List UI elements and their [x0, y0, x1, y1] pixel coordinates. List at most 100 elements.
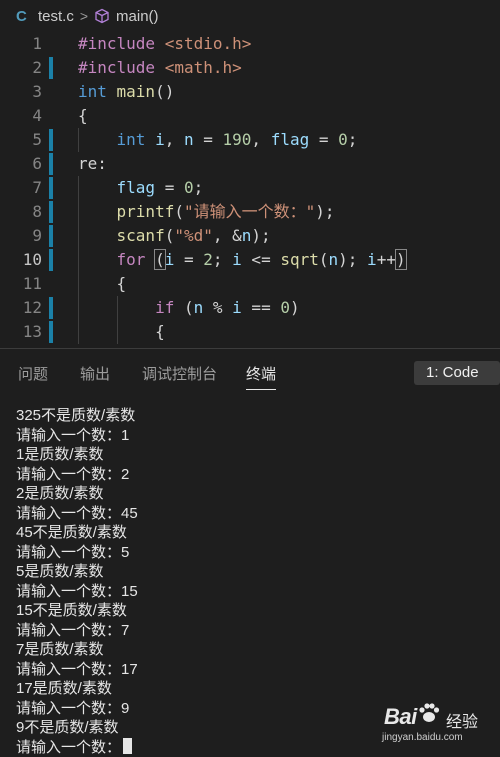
code-token: <stdio.h> — [164, 34, 252, 53]
modified-line-marker[interactable] — [49, 225, 53, 247]
code-line[interactable]: 8 printf("请输入一个数："); — [0, 200, 500, 224]
code-token: n — [241, 226, 252, 245]
code-token: % — [203, 298, 233, 317]
code-token: () — [155, 82, 175, 101]
code-token: 0 — [183, 178, 194, 197]
modified-line-marker[interactable] — [49, 297, 53, 319]
breadcrumb-file[interactable]: test.c — [38, 8, 74, 25]
code-text: flag = 0; — [78, 176, 204, 200]
code-token: int — [116, 130, 156, 149]
modified-line-marker[interactable] — [49, 249, 53, 271]
code-token: 2 — [203, 250, 213, 269]
line-number: 10 — [22, 250, 42, 269]
code-token: sqrt — [280, 250, 319, 269]
line-number: 5 — [32, 130, 42, 149]
code-token: = — [309, 130, 339, 149]
code-token: i — [164, 250, 175, 269]
code-line[interactable]: 9 scanf("%d", &n); — [0, 224, 500, 248]
line-number: 3 — [32, 82, 42, 101]
code-token: #include — [78, 58, 165, 77]
terminal-prompt: 请输入一个数： — [16, 738, 122, 756]
code-line[interactable]: 12 if (n % i == 0) — [0, 296, 500, 320]
code-line[interactable]: 5 int i, n = 190, flag = 0; — [0, 128, 500, 152]
tab-problems[interactable]: 问题 — [18, 363, 48, 389]
modified-line-marker[interactable] — [49, 57, 53, 79]
line-number: 12 — [22, 298, 42, 317]
tab-debug-console[interactable]: 调试控制台 — [142, 363, 217, 389]
code-token: , & — [212, 226, 242, 245]
modified-line-marker[interactable] — [49, 201, 53, 223]
code-token: , — [251, 130, 271, 149]
code-token: ( — [318, 250, 329, 269]
breadcrumb-symbol[interactable]: main() — [116, 8, 159, 25]
indent-guide — [78, 176, 79, 344]
code-token: "请输入一个数：" — [183, 202, 316, 221]
code-token: for — [116, 250, 156, 269]
terminal-line: 2是质数/素数 — [16, 485, 104, 502]
terminal-line: 15不是质数/素数 — [16, 602, 127, 619]
code-token: ( — [154, 249, 166, 270]
code-line[interactable]: 2 #include <math.h> — [0, 56, 500, 80]
code-token: , — [164, 130, 184, 149]
code-token: ); — [315, 202, 335, 221]
modified-line-marker[interactable] — [49, 321, 53, 343]
watermark-url: jingyan.baidu.com — [382, 732, 463, 743]
watermark-logo: Bai — [384, 704, 417, 729]
code-line[interactable]: 6 re: — [0, 152, 500, 176]
code-token: { — [116, 274, 127, 293]
line-number: 6 — [32, 154, 42, 173]
code-line[interactable]: 4{ — [0, 104, 500, 128]
terminal-line: 请输入一个数：15 — [16, 582, 138, 600]
code-text: { — [78, 104, 88, 128]
watermark-suffix: 经验 — [446, 714, 479, 731]
code-line[interactable]: 1 #include <stdio.h> — [0, 32, 500, 56]
line-number: 4 — [32, 106, 42, 125]
code-token: flag — [270, 130, 310, 149]
code-token: ; — [347, 130, 358, 149]
terminal-select[interactable]: 1: Code — [414, 361, 500, 385]
cube-icon — [95, 8, 109, 24]
code-token: ( — [164, 226, 175, 245]
modified-line-marker[interactable] — [49, 177, 53, 199]
terminal-line: 325不是质数/素数 — [16, 407, 136, 424]
code-token: ++ — [376, 250, 396, 269]
code-token: 0 — [338, 130, 348, 149]
code-token: ; — [193, 178, 204, 197]
code-token: = — [193, 130, 223, 149]
line-number: 8 — [32, 202, 42, 221]
code-token: i — [232, 298, 242, 317]
code-line[interactable]: 10 for (i = 2; i <= sqrt(n); i++) — [0, 248, 500, 272]
code-token: == — [241, 298, 281, 317]
line-number: 13 — [22, 322, 42, 341]
code-line[interactable]: 13 { — [0, 320, 500, 344]
tab-output[interactable]: 输出 — [80, 363, 110, 389]
code-token: ; — [212, 250, 233, 269]
indent-guide — [78, 128, 79, 152]
code-text: if (n % i == 0) — [78, 296, 300, 320]
terminal-line: 请输入一个数：7 — [16, 621, 130, 639]
code-editor[interactable]: 1 #include <stdio.h> 2 #include <math.h> 3 in… — [0, 32, 500, 348]
baidu-watermark: Bai 经验 jingyan.baidu.com — [380, 700, 500, 750]
code-token: i — [155, 130, 165, 149]
terminal-line: 45不是质数/素数 — [16, 524, 127, 541]
tab-terminal[interactable]: 终端 — [246, 363, 277, 390]
code-text: re: — [78, 152, 107, 176]
code-token: flag — [116, 178, 156, 197]
line-number: 1 — [32, 34, 42, 53]
code-line[interactable]: 3 int main() — [0, 80, 500, 104]
code-token: ) — [394, 249, 407, 270]
code-token: ( — [174, 202, 184, 221]
code-token: if — [155, 298, 184, 317]
code-text: for (i = 2; i <= sqrt(n); i++) — [78, 248, 407, 272]
modified-line-marker[interactable] — [49, 129, 53, 151]
line-number: 2 — [32, 58, 42, 77]
code-line[interactable]: 11 { — [0, 272, 500, 296]
code-token: ); — [338, 250, 368, 269]
code-line[interactable]: 7 flag = 0; — [0, 176, 500, 200]
code-token: { — [78, 106, 88, 125]
code-token: #include — [78, 34, 165, 53]
terminal-line: 17是质数/素数 — [16, 680, 112, 697]
modified-line-marker[interactable] — [49, 153, 53, 175]
